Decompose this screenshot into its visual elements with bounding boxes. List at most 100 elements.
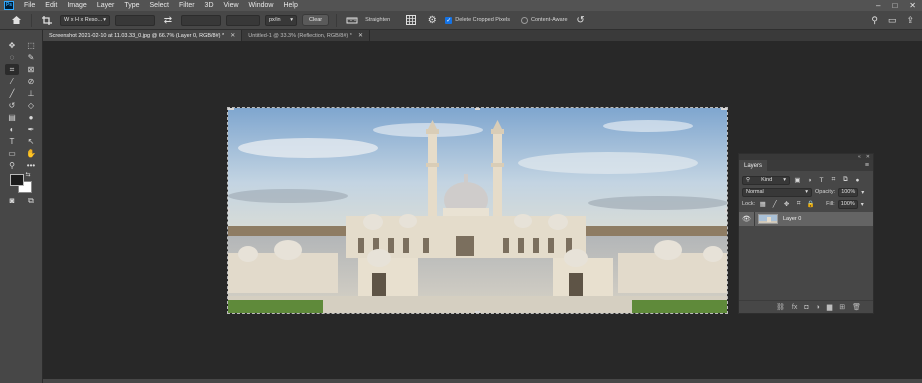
crop-handle[interactable] — [475, 311, 480, 313]
workspace-icon[interactable]: ▭ — [888, 15, 897, 26]
share-icon[interactable]: ⇪ — [906, 15, 914, 26]
fill-input[interactable]: 100% — [837, 199, 858, 209]
more-tools-icon[interactable]: ••• — [24, 160, 38, 171]
close-tab-icon[interactable]: ✕ — [230, 32, 235, 39]
delete-cropped-pixels-option[interactable]: ✓ Delete Cropped Pixels — [445, 16, 510, 24]
close-icon[interactable]: ✕ — [909, 1, 916, 10]
crop-height-input[interactable] — [181, 14, 221, 26]
crop-handle[interactable] — [475, 108, 480, 110]
menu-file[interactable]: File — [19, 2, 40, 9]
clone-stamp-tool-icon[interactable]: ⊥ — [24, 88, 38, 99]
document-canvas-image[interactable] — [227, 107, 728, 314]
add-mask-icon[interactable]: ◘ — [804, 304, 808, 311]
link-layers-icon[interactable]: ⛓ — [776, 303, 785, 311]
collapse-panel-icon[interactable]: « — [858, 154, 861, 160]
layer-name[interactable]: Layer 0 — [783, 216, 801, 222]
move-tool-icon[interactable]: ✥ — [5, 40, 19, 51]
eraser-tool-icon[interactable]: ◇ — [24, 100, 38, 111]
chevron-down-icon[interactable]: ▾ — [861, 201, 864, 208]
clear-button[interactable]: Clear — [302, 14, 330, 26]
close-tab-icon[interactable]: ✕ — [358, 32, 363, 39]
hand-tool-icon[interactable]: ✋ — [24, 148, 38, 159]
zoom-tool-icon[interactable]: ⚲ — [5, 160, 19, 171]
frame-tool-icon[interactable]: ⊠ — [24, 64, 38, 75]
maximize-icon[interactable]: □ — [892, 1, 897, 10]
minimize-icon[interactable]: – — [876, 1, 880, 10]
crop-handle[interactable] — [725, 208, 727, 213]
spot-healing-tool-icon[interactable]: ⊘ — [24, 76, 38, 87]
document-tab-untitled[interactable]: Untitled-1 @ 33.3% (Reflection, RGB/8#) … — [242, 30, 370, 41]
crop-tool-preset-icon[interactable] — [39, 13, 55, 27]
lock-image-icon[interactable]: ╱ — [770, 200, 779, 209]
quick-select-tool-icon[interactable]: ✎ — [24, 52, 38, 63]
gradient-tool-icon[interactable]: ▤ — [5, 112, 19, 123]
resolution-input[interactable] — [226, 14, 260, 26]
crop-handle[interactable] — [228, 108, 234, 110]
reset-icon[interactable]: ↺ — [573, 13, 589, 27]
menu-window[interactable]: Window — [244, 2, 279, 9]
visibility-eye-icon[interactable]: 👁 — [739, 212, 755, 226]
filter-kind-dropdown[interactable]: ⚲ Kind ▾ — [742, 175, 790, 185]
menu-layer[interactable]: Layer — [92, 2, 120, 9]
resolution-units-dropdown[interactable]: px/in ▾ — [265, 14, 297, 26]
home-icon[interactable] — [8, 13, 24, 27]
crop-ratio-dropdown[interactable]: W x H x Reso... ▾ — [60, 14, 110, 26]
history-brush-tool-icon[interactable]: ↺ — [5, 100, 19, 111]
layer-row[interactable]: 👁 Layer 0 — [739, 212, 873, 226]
type-tool-icon[interactable]: T — [5, 136, 19, 147]
lock-transparent-icon[interactable]: ▦ — [758, 200, 767, 209]
menu-type[interactable]: Type — [119, 2, 144, 9]
blend-mode-dropdown[interactable]: Normal ▾ — [742, 187, 812, 197]
rectangle-tool-icon[interactable]: ▭ — [5, 148, 19, 159]
brush-tool-icon[interactable]: ╱ — [5, 88, 19, 99]
tab-layers[interactable]: Layers — [739, 160, 768, 171]
close-panel-icon[interactable]: ✕ — [866, 154, 870, 160]
layer-style-fx-icon[interactable]: fx — [792, 304, 797, 311]
dodge-tool-icon[interactable]: ◐ — [5, 124, 19, 135]
filter-toggle-icon[interactable]: ● — [853, 176, 862, 185]
lock-all-icon[interactable]: 🔒 — [806, 200, 815, 209]
straighten-label[interactable]: Straighten — [365, 17, 390, 23]
panel-menu-icon[interactable]: ≡ — [865, 162, 873, 169]
adjustment-filter-icon[interactable]: ◑ — [805, 176, 814, 185]
menu-3d[interactable]: 3D — [200, 2, 219, 9]
screen-mode-icon[interactable]: ⧉ — [24, 195, 38, 206]
menu-filter[interactable]: Filter — [174, 2, 200, 9]
crop-tool-icon[interactable]: ⌗ — [5, 64, 19, 75]
new-layer-icon[interactable]: ⊞ — [839, 303, 845, 311]
crop-handle[interactable] — [721, 108, 727, 110]
content-aware-option[interactable]: Content-Aware — [520, 16, 568, 24]
swap-dimensions-icon[interactable]: ⇄ — [160, 13, 176, 27]
delete-layer-trash-icon[interactable]: 🗑 — [852, 303, 861, 311]
crop-handle[interactable] — [228, 208, 230, 213]
pen-tool-icon[interactable]: ✒ — [24, 124, 38, 135]
search-icon[interactable]: ⚲ — [871, 15, 878, 26]
lasso-tool-icon[interactable]: ◌ — [5, 52, 19, 63]
shape-filter-icon[interactable]: ⌗ — [829, 176, 838, 185]
foreground-color-swatch[interactable] — [10, 174, 24, 186]
type-filter-icon[interactable]: T — [817, 176, 826, 185]
marquee-tool-icon[interactable]: ⬚ — [24, 40, 38, 51]
chevron-down-icon[interactable]: ▾ — [861, 189, 864, 196]
adjustment-layer-icon[interactable]: ◑ — [816, 304, 820, 311]
content-aware-checkbox[interactable] — [520, 16, 528, 24]
document-tab-screenshot[interactable]: Screenshot 2021-02-10 at 11.03.33_0.jpg … — [43, 30, 243, 41]
crop-width-input[interactable] — [115, 14, 155, 26]
crop-settings-gear-icon[interactable]: ⚙ — [424, 13, 440, 27]
pixel-filter-icon[interactable]: ▣ — [793, 176, 802, 185]
smart-object-filter-icon[interactable]: ⧉ — [841, 176, 850, 185]
quick-mask-icon[interactable]: ◙ — [5, 195, 19, 206]
lock-position-icon[interactable]: ✥ — [782, 200, 791, 209]
menu-edit[interactable]: Edit — [40, 2, 62, 9]
new-group-folder-icon[interactable]: ▆ — [827, 303, 832, 311]
delete-cropped-checkbox[interactable]: ✓ — [445, 16, 453, 24]
menu-image[interactable]: Image — [62, 2, 91, 9]
menu-select[interactable]: Select — [145, 2, 174, 9]
blur-tool-icon[interactable]: ● — [24, 112, 38, 123]
path-selection-tool-icon[interactable]: ↖ — [24, 136, 38, 147]
eyedropper-tool-icon[interactable]: ⁄ — [5, 76, 19, 87]
overlay-grid-icon[interactable] — [403, 13, 419, 27]
straighten-icon[interactable] — [344, 13, 360, 27]
menu-view[interactable]: View — [219, 2, 244, 9]
opacity-input[interactable]: 100% — [838, 187, 859, 197]
